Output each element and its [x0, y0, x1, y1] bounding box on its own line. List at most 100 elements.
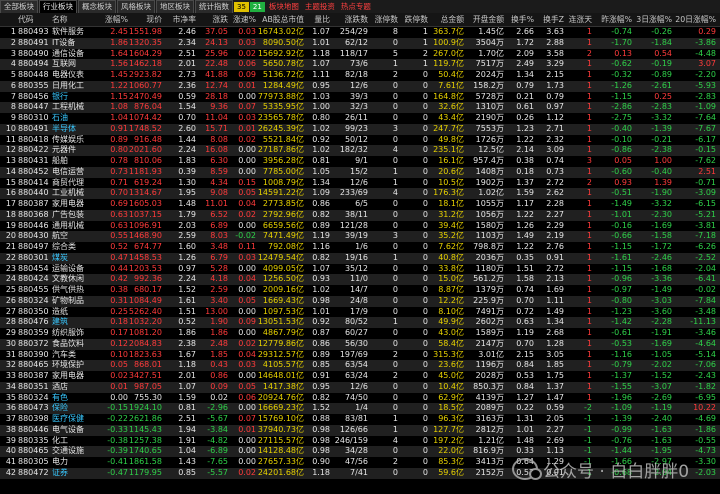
column-header[interactable]: 代码 [18, 13, 50, 26]
column-header[interactable]: 总金额 [428, 13, 464, 26]
cell-col-4: 1604.29 [128, 48, 162, 58]
cell-col-0: 28 [5, 317, 16, 327]
column-header[interactable]: 涨速% [228, 13, 256, 26]
column-header[interactable]: 昨涨幅% [592, 13, 632, 26]
cell-col-1: 880359 [18, 328, 49, 337]
table-row[interactable]: 17 880387 家用电器 0.69 1605.03 1.48 11.01 0.04 2773… [0, 199, 720, 210]
table-row[interactable]: 8 880447 工程机械 1.08 876.04 1.54 9.36 0.07 5335.95… [0, 102, 720, 113]
table-row[interactable]: 15 880414 商贸代理 0.71 619.24 1.30 4.34 0.15 1008.7… [0, 178, 720, 189]
tab-2[interactable]: 概念板块 [78, 0, 116, 13]
column-header[interactable] [2, 13, 16, 26]
tab-5[interactable]: 统计指数 [195, 0, 233, 13]
cell-col-16: 2.29 [546, 220, 564, 230]
cell-col-20: -2.83 [695, 91, 716, 101]
cell-col-19: -3.03 [651, 295, 672, 305]
column-header[interactable]: 开盘金额 [464, 13, 504, 26]
cell-col-6: 2.48 [210, 338, 228, 348]
table-row[interactable]: 27 880350 造纸 0.25 5262.40 1.51 13.00 0.00 1097.5… [0, 307, 720, 318]
column-header[interactable]: 涨跌 [196, 13, 228, 26]
cell-col-17: 1 [586, 338, 592, 348]
table-row[interactable]: 23 880454 运输设备 0.44 1203.53 0.97 5.28 0.00 4099.… [0, 264, 720, 275]
table-row[interactable]: 22 880301 煤炭 0.47 1458.53 1.26 6.79 0.03 12479.5… [0, 252, 720, 264]
table-row[interactable]: 9 880310 石油 1.04 1074.42 0.70 11.04 0.03 23565.7… [0, 113, 720, 124]
column-header[interactable]: 涨停数 [368, 13, 398, 26]
column-header[interactable]: 换手% [504, 13, 534, 26]
table-row[interactable]: 21 880497 综合类 0.52 674.77 1.60 3.48 0.11 792.08亿… [0, 242, 720, 253]
column-header[interactable]: AB股总市值 [256, 13, 304, 26]
cell-col-18: -1.16 [611, 349, 632, 359]
table-row[interactable]: 35 880324 有色 0.00 755.30 1.59 0.02 0.06 20924.76… [0, 393, 720, 404]
table-row[interactable]: 33 880387 家用电器 0.02 3427.51 2.01 0.86 0.00 14648… [0, 371, 720, 382]
table-row[interactable]: 37 880398 医疗保健 -0.22 2621.86 2.51 -5.67 0.07 157… [0, 414, 720, 425]
table-row[interactable]: 24 880424 文教休闲 0.42 992.36 2.24 4.18 0.04 1256.5… [0, 274, 720, 285]
column-header[interactable]: 涨跌数 [330, 13, 368, 26]
column-header[interactable]: 换手Z [534, 13, 564, 26]
column-header[interactable]: 3日涨幅% [632, 13, 672, 26]
tab-1[interactable]: 行业板块 [39, 0, 77, 13]
topic-link[interactable]: 板块地图 [266, 1, 302, 12]
table-row[interactable]: 31 880390 汽车类 0.10 1823.63 1.67 1.85 0.04 29312.… [0, 350, 720, 361]
table-row[interactable]: 6 880355 日用化工 1.22 1060.77 2.36 12.74 0.01 1284.… [0, 80, 720, 92]
column-header[interactable]: 现价 [128, 13, 162, 26]
table-row[interactable]: 20 880430 航空 0.55 1468.90 2.59 8.03 -0.02 7471.4… [0, 231, 720, 242]
table-row[interactable]: 4 880494 互联网 1.56 1462.18 2.01 22.48 0.06 5650.7… [0, 59, 720, 70]
table-row[interactable]: 34 880351 酒店 0.01 987.05 1.07 0.09 0.05 1417.38亿… [0, 381, 720, 393]
cell-col-18: -1.09 [611, 403, 632, 413]
cell-col-16: 3.63 [546, 27, 564, 36]
cell-col-15: 0.26 [516, 113, 534, 122]
cell-col-7: 0.05 [238, 381, 256, 391]
table-row[interactable]: 11 880418 传媒娱乐 0.89 916.48 1.44 8.08 0.02 5521.8… [0, 135, 720, 146]
tab-4[interactable]: 地区板块 [156, 0, 194, 13]
cell-col-8: 7471.49亿 [262, 231, 304, 241]
column-header[interactable]: 涨幅% [100, 13, 128, 26]
table-row[interactable]: 2 880491 IT设备 1.86 1320.35 2.34 24.13 0.03 8090.… [0, 37, 720, 49]
cell-col-6: 12.74 [205, 80, 228, 90]
table-row[interactable]: 32 880465 环境保护 0.05 868.01 1.18 0.43 0.03 4105.5… [0, 360, 720, 371]
column-header[interactable]: 跌停数 [398, 13, 428, 26]
table-row[interactable]: 25 880455 供气供热 0.38 680.17 1.52 2.59 0.00 2009.1… [0, 285, 720, 296]
cell-col-11: 1 [392, 59, 398, 69]
table-row[interactable]: 36 880473 保险 -0.15 1924.10 0.81 -2.96 0.00 16669… [0, 403, 720, 414]
cell-col-19: -1.84 [651, 37, 672, 47]
table-row[interactable]: 26 880324 矿物制品 0.31 1084.49 1.61 3.40 0.05 1669.… [0, 295, 720, 307]
topic-link[interactable]: 热点专题 [338, 1, 374, 12]
table-row[interactable]: 1 880493 软件服务 2.45 1551.98 2.46 37.05 0.03 16743… [0, 27, 720, 38]
table-row[interactable]: 3 880490 通信设备 1.64 1604.29 2.51 25.96 0.02 15692… [0, 49, 720, 60]
cell-col-1: 880355 [18, 80, 49, 90]
cell-col-17: 1 [586, 371, 592, 380]
table-row[interactable]: 19 880446 通用机械 0.63 1096.91 2.03 6.89 0.00 6659.… [0, 221, 720, 232]
table-row[interactable]: 38 880446 电气设备 -0.33 1145.43 1.94 -3.84 0.01 379… [0, 424, 720, 436]
column-header[interactable]: 连涨天 [564, 13, 592, 26]
cell-col-10: 14/7 [350, 285, 368, 294]
tab-3[interactable]: 风格板块 [117, 0, 155, 13]
cell-col-0: 11 [5, 134, 16, 144]
table-row[interactable]: 10 880491 半导体 0.91 1748.52 2.60 15.71 0.01 26245… [0, 123, 720, 135]
cell-col-12: 0 [422, 274, 428, 284]
table-row[interactable]: 28 880476 建筑 0.18 1032.20 0.52 1.90 0.09 13051.5… [0, 317, 720, 328]
table-row[interactable]: 18 880368 广告包装 0.63 1037.15 1.79 6.52 0.02 2792.… [0, 209, 720, 221]
cell-col-11: 3 [392, 231, 398, 241]
column-header[interactable]: 20日涨幅% [672, 13, 716, 26]
table-row[interactable]: 5 880448 电器仪表 1.45 2923.82 2.73 41.88 0.09 5136.… [0, 70, 720, 81]
table-row[interactable]: 39 880335 化工 -0.38 1257.38 1.91 -4.82 0.00 27115… [0, 436, 720, 447]
cell-col-5: 2.59 [178, 231, 196, 241]
table-row[interactable]: 12 880422 元器件 0.80 2021.60 2.24 16.08 0.00 27187… [0, 145, 720, 156]
topic-link[interactable]: 主题投资 [302, 1, 338, 12]
tab-0[interactable]: 全部板块 [0, 0, 38, 13]
cell-col-12: 0 [422, 113, 428, 122]
cell-col-5: 1.54 [178, 102, 196, 112]
cell-col-17: 3 [586, 156, 592, 165]
table-row[interactable]: 29 880359 纺织服饰 0.17 1081.20 1.86 1.86 0.00 4867.… [0, 328, 720, 339]
cell-col-11: 1 [392, 414, 398, 423]
table-row[interactable]: 16 880440 工业机械 0.70 1314.67 1.95 9.08 0.05 14591… [0, 188, 720, 199]
table-row[interactable]: 14 880452 电信运营 0.73 1181.93 0.39 8.59 0.00 7785.… [0, 166, 720, 178]
column-header[interactable]: 市净率 [162, 13, 196, 26]
table-row[interactable]: 7 880456 银行 1.15 2470.49 0.59 28.18 0.00 77973.8… [0, 92, 720, 103]
table-row[interactable]: 13 880431 船舶 0.78 810.06 1.83 6.30 0.00 3956.28亿… [0, 156, 720, 167]
cell-col-20: -0.15 [695, 145, 716, 155]
column-header[interactable]: 名称 [52, 13, 100, 26]
column-header[interactable]: 量比 [304, 13, 330, 26]
table-row[interactable]: 30 880372 食品饮料 0.12 2084.83 2.38 2.48 0.02 12779… [0, 338, 720, 350]
cell-col-2: IT设备 [52, 37, 76, 47]
cell-col-14: 2036万 [475, 252, 504, 262]
